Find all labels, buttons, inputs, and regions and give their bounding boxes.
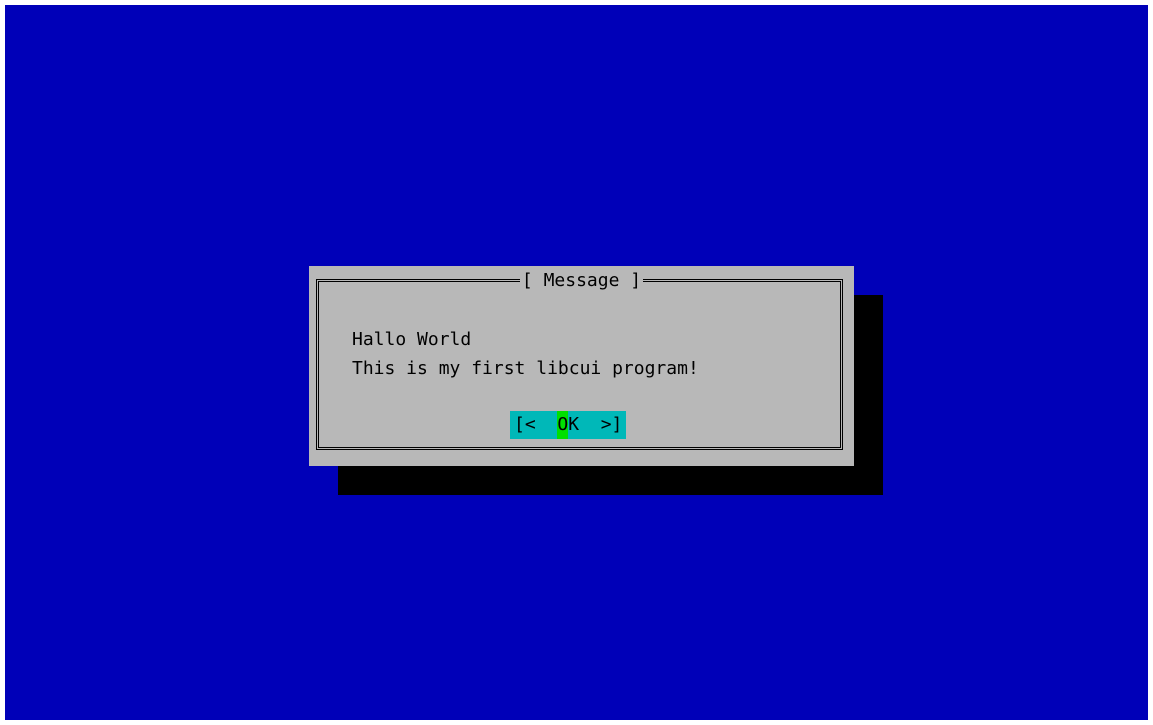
message-line-2: This is my first libcui program! — [352, 358, 699, 379]
ok-button-left: [< — [514, 414, 558, 435]
dialog-title-label: [ Message ] — [519, 270, 644, 291]
terminal-screen: [ Message ] Hallo World This is my first… — [5, 5, 1148, 720]
ok-button-hotkey: O — [557, 411, 569, 439]
dialog-title: [ Message ] — [309, 270, 854, 292]
message-line-1: Hallo World — [352, 329, 472, 350]
ok-button-right: K >] — [568, 414, 623, 435]
message-dialog: [ Message ] Hallo World This is my first… — [309, 266, 854, 466]
ok-button[interactable]: [< OK >] — [510, 411, 627, 439]
